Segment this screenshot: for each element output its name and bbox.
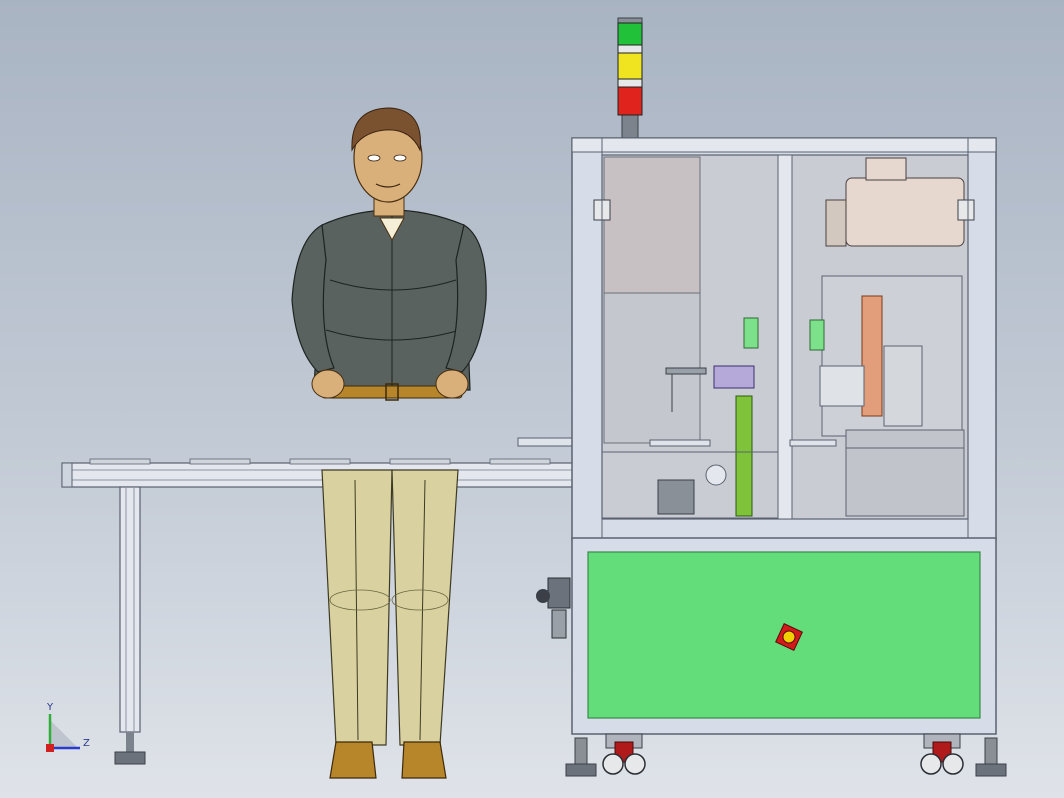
air-regulator: [536, 577, 571, 639]
stack-light-green: [617, 22, 643, 46]
stack-light-yellow: [617, 52, 643, 80]
conveyor: [61, 437, 579, 765]
stack-light-red: [617, 86, 643, 116]
caster-right: [920, 733, 964, 775]
cad-viewport: Y Z: [46, 17, 1007, 779]
caster-left: [602, 733, 646, 775]
human-figure: [291, 107, 487, 779]
axis-y-label: Y: [46, 702, 54, 713]
axis-z-label: Z: [83, 738, 90, 749]
motor: [845, 177, 965, 247]
machine: [536, 137, 1007, 777]
axis-triad: Y Z: [46, 702, 90, 752]
stack-light: [617, 17, 643, 141]
